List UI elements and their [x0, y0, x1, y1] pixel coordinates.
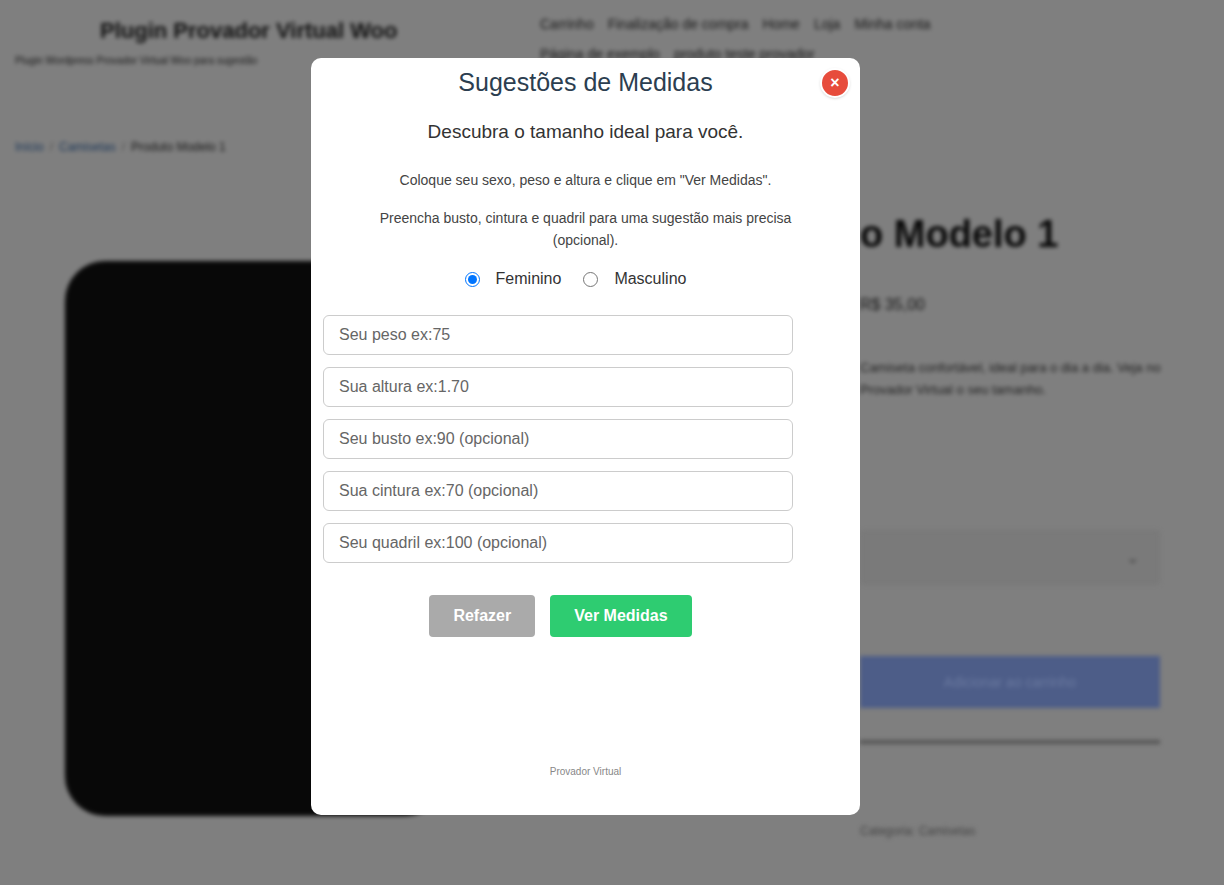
- gender-radio[interactable]: [583, 272, 598, 287]
- measure-input[interactable]: [323, 367, 793, 407]
- gender-option[interactable]: Masculino: [583, 267, 686, 291]
- instruction: Preencha busto, cintura e quadril para u…: [311, 207, 860, 251]
- close-button[interactable]: ×: [820, 68, 850, 98]
- modal-subtitle: Descubra o tamanho ideal para você.: [428, 118, 744, 147]
- measure-input[interactable]: [323, 471, 793, 511]
- fields: [323, 315, 793, 563]
- instruction: Coloque seu sexo, peso e altura e clique…: [350, 170, 822, 191]
- gender-group: Feminino Masculino: [465, 267, 687, 291]
- gender-option[interactable]: Feminino: [465, 267, 562, 291]
- measure-input[interactable]: [323, 419, 793, 459]
- measure-input[interactable]: [323, 523, 793, 563]
- add-to-cart: Adicionar ao carrinho: [860, 656, 1160, 708]
- bg-bottom: ⌄ Adicionar ao carrinho Categoria: Camiset…: [860, 530, 1160, 840]
- actions: Refazer Ver Medidas: [429, 595, 691, 637]
- modal-footer: Provador Virtual: [550, 764, 622, 779]
- size-select: ⌄: [860, 530, 1160, 585]
- gender-radio[interactable]: [465, 272, 480, 287]
- category: Categoria: Camisetas: [860, 822, 1160, 840]
- modal-title: Sugestões de Medidas: [458, 64, 712, 102]
- page: Plugin Provador Virtual WooPlugin Wordpr…: [0, 0, 1224, 885]
- reset-button[interactable]: Refazer: [429, 595, 535, 637]
- measure-input[interactable]: [323, 315, 793, 355]
- submit-button[interactable]: Ver Medidas: [550, 595, 691, 637]
- size-modal: × Sugestões de Medidas Descubra o tamanho …: [311, 58, 860, 815]
